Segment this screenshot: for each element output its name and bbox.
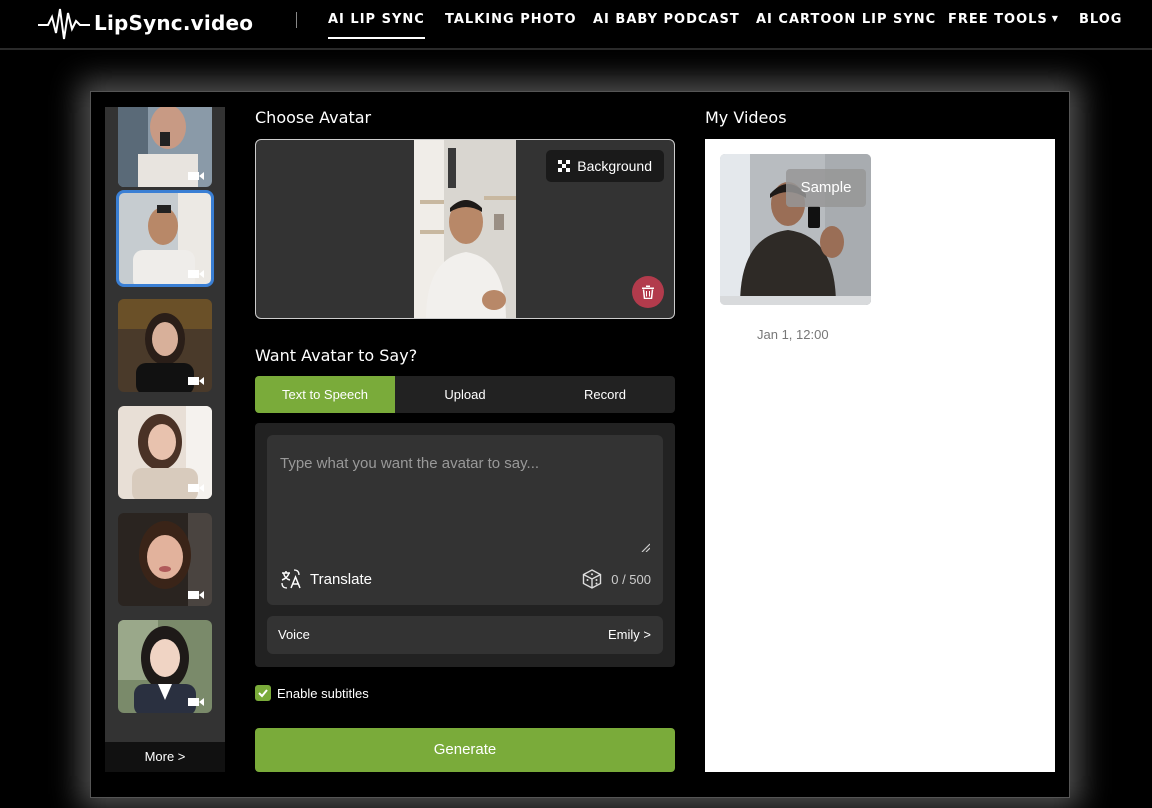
my-videos-title: My Videos <box>705 108 787 127</box>
enable-subtitles-toggle[interactable]: Enable subtitles <box>255 685 369 701</box>
nav-free-tools[interactable]: FREE TOOLS ▼ <box>948 12 1059 27</box>
avatar-preview: Background <box>255 139 675 319</box>
tab-text-to-speech[interactable]: Text to Speech <box>255 376 395 413</box>
nav-ai-baby-podcast[interactable]: AI BABY PODCAST <box>593 12 740 27</box>
waveform-logo-icon <box>38 8 90 40</box>
video-camera-icon <box>188 698 204 706</box>
selected-avatar-image <box>414 140 516 318</box>
avatar-thumb-woman-lace-top[interactable] <box>118 406 212 499</box>
sample-badge: Sample <box>786 169 866 207</box>
brand-logo[interactable]: LipSync.video <box>38 4 253 42</box>
resize-handle-icon[interactable] <box>640 542 650 552</box>
translate-icon <box>281 569 301 589</box>
background-button[interactable]: Background <box>546 150 664 182</box>
character-counter: 0 / 500 <box>581 568 651 590</box>
translate-label: Translate <box>310 570 372 588</box>
say-section-title: Want Avatar to Say? <box>255 346 418 365</box>
background-icon <box>558 160 571 172</box>
voice-label: Voice <box>278 627 310 642</box>
voice-selector[interactable]: Voice Emily > <box>267 616 663 654</box>
voice-value: Emily > <box>608 627 651 642</box>
video-camera-icon <box>188 591 204 599</box>
caret-down-icon: ▼ <box>1051 14 1059 23</box>
avatar-thumb-man-white-sweater[interactable] <box>116 190 214 287</box>
video-camera-icon <box>188 377 204 385</box>
dice-icon[interactable] <box>581 568 603 590</box>
tab-upload[interactable]: Upload <box>395 376 535 413</box>
speech-text-box: Translate 0 / 500 <box>267 435 663 605</box>
avatar-thumb-woman-dark-hair[interactable] <box>118 299 212 392</box>
my-videos-panel: Sample Jan 1, 12:00 <box>705 139 1055 772</box>
nav-blog[interactable]: BLOG <box>1079 12 1122 27</box>
brand-name: LipSync.video <box>94 11 254 35</box>
video-card[interactable]: Sample <box>720 154 871 305</box>
more-avatars-button[interactable]: More > <box>105 742 225 772</box>
tab-record[interactable]: Record <box>535 376 675 413</box>
nav-talking-photo[interactable]: TALKING PHOTO <box>445 12 577 27</box>
video-camera-icon <box>188 484 204 492</box>
checkmark-icon <box>258 689 268 698</box>
video-camera-icon <box>188 172 204 180</box>
generate-button[interactable]: Generate <box>255 728 675 772</box>
delete-avatar-button[interactable] <box>632 276 664 308</box>
nav-divider <box>296 12 297 28</box>
video-camera-icon <box>188 270 204 278</box>
text-to-speech-panel: Translate 0 / 500 Voice Emily > <box>255 423 675 667</box>
translate-button[interactable]: Translate <box>280 568 372 590</box>
avatar-thumb-girl-school-uniform[interactable] <box>118 620 212 713</box>
nav-free-tools-label: FREE TOOLS <box>948 12 1048 27</box>
subtitles-checkbox[interactable] <box>255 685 271 701</box>
speech-text-input[interactable] <box>267 435 663 560</box>
nav-ai-lip-sync[interactable]: AI LIP SYNC <box>328 12 425 39</box>
subtitles-label: Enable subtitles <box>277 685 369 701</box>
trash-icon <box>642 285 654 299</box>
video-date: Jan 1, 12:00 <box>757 327 829 342</box>
choose-avatar-title: Choose Avatar <box>255 108 372 127</box>
background-button-label: Background <box>577 158 652 174</box>
avatar-sidebar: More > <box>105 107 225 772</box>
character-count: 0 / 500 <box>611 571 651 587</box>
top-navbar: LipSync.video AI LIP SYNC TALKING PHOTO … <box>0 0 1152 50</box>
nav-ai-cartoon-lip-sync[interactable]: AI CARTOON LIP SYNC <box>756 12 936 27</box>
avatar-thumb-man-holding-mic[interactable] <box>118 107 212 187</box>
avatar-thumb-woman-selfie[interactable] <box>118 513 212 606</box>
input-mode-tabs: Text to Speech Upload Record <box>255 376 675 413</box>
